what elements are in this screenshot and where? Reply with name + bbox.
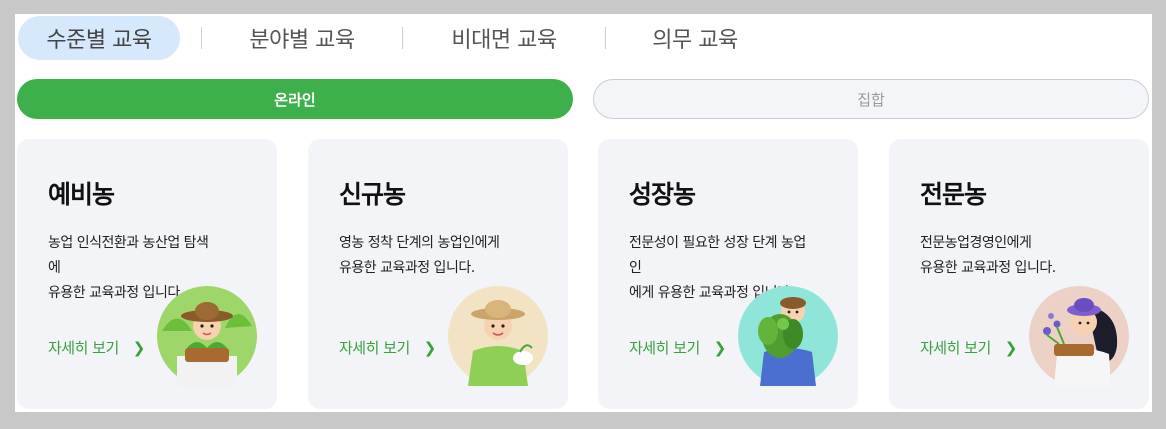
level-tabs: 수준별 교육 분야별 교육 비대면 교육 의무 교육 [18, 16, 784, 60]
more-link[interactable]: 자세히 보기 ❯ [339, 337, 436, 358]
course-card-new[interactable]: 신규농 영농 정착 단계의 농업인에게 유용한 교육과정 입니다. 자세히 보기… [308, 139, 568, 409]
tab-level[interactable]: 수준별 교육 [18, 16, 180, 60]
card-title: 예비농 [48, 180, 115, 209]
card-title: 성장농 [629, 180, 696, 209]
course-card-prelim[interactable]: 예비농 농업 인식전환과 농산업 탐색 에 유용한 교육과정 입니다. 자세히 … [17, 139, 277, 409]
more-link[interactable]: 자세히 보기 ❯ [48, 337, 145, 358]
card-title: 신규농 [339, 180, 406, 209]
more-link[interactable]: 자세히 보기 ❯ [629, 337, 726, 358]
chevron-right-icon: ❯ [423, 338, 437, 357]
more-label: 자세히 보기 [339, 339, 410, 357]
tab-online[interactable]: 비대면 교육 [403, 16, 605, 60]
tab-field[interactable]: 분야별 교육 [202, 16, 402, 60]
online-mode-button[interactable]: 온라인 [17, 79, 573, 119]
more-label: 자세히 보기 [629, 339, 700, 357]
course-card-growth[interactable]: 성장농 전문성이 필요한 성장 단계 농업 인 에게 유용한 교육과정 입니다.… [598, 139, 858, 409]
chevron-right-icon: ❯ [1004, 338, 1018, 357]
card-title: 전문농 [920, 180, 987, 209]
farmer-with-greens-illustration [738, 286, 838, 386]
farmer-with-hat-illustration [448, 286, 548, 386]
card-description: 영농 정착 단계의 농업인에게 유용한 교육과정 입니다. [339, 235, 500, 276]
more-label: 자세히 보기 [48, 339, 119, 357]
chevron-right-icon: ❯ [713, 338, 727, 357]
more-label: 자세히 보기 [920, 339, 991, 357]
card-description: 전문농업경영인에게 유용한 교육과정 입니다. [920, 235, 1056, 276]
farmer-with-basket-illustration [157, 286, 257, 386]
chevron-right-icon: ❯ [132, 338, 146, 357]
group-mode-button[interactable]: 집합 [593, 79, 1149, 119]
farmer-with-flowers-illustration [1029, 286, 1129, 386]
tab-mandatory[interactable]: 의무 교육 [606, 16, 784, 60]
course-card-expert[interactable]: 전문농 전문농업경영인에게 유용한 교육과정 입니다. 자세히 보기 ❯ [889, 139, 1149, 409]
page-frame: 수준별 교육 분야별 교육 비대면 교육 의무 교육 온라인 집합 예비농 농업… [15, 14, 1152, 412]
more-link[interactable]: 자세히 보기 ❯ [920, 337, 1017, 358]
